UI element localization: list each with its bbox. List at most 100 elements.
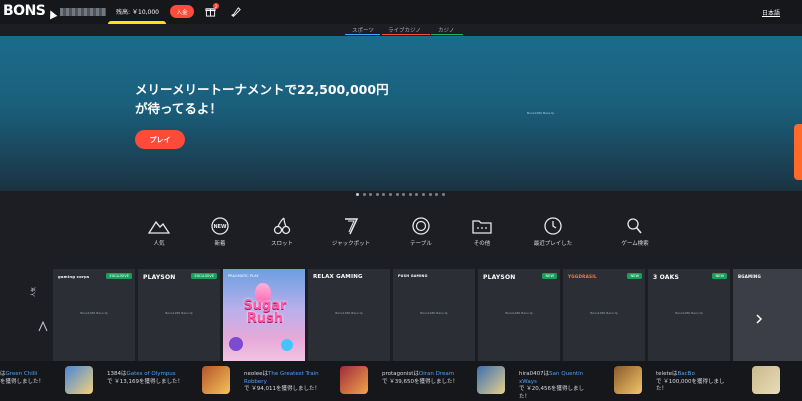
ticker-item: neoleeはThe Greatest Train Robbery で ￥94,… [244,371,324,394]
chevron-right-icon[interactable] [754,312,764,326]
deposit-button[interactable]: 入金 [170,5,194,18]
slider-dot[interactable] [388,193,392,196]
ticker-game-link[interactable]: BacBo [678,371,695,377]
tab-live-casino[interactable]: ライブカジノ [388,26,421,34]
game-provider: PRAGMATIC PLAY [228,274,259,278]
nav-table[interactable]: テーブル [396,217,446,247]
game-provider: BGAMING [738,274,761,279]
clock-icon [544,217,562,235]
ticker-item: hira0407はSan Quentin xWays で ￥20,456を獲得し… [519,371,594,401]
ticker-user: neoleeは [244,371,269,377]
game-provider: 3 OAKS [653,274,680,281]
category-tabs: スポーツ ライブカジノ カジノ [0,24,802,36]
mountain-icon [148,220,170,234]
hero-play-button[interactable]: プレイ [135,130,185,149]
mouse-cursor-icon [46,8,58,20]
slider-dot[interactable] [382,193,386,196]
slider-dot[interactable] [441,193,445,196]
ticker-game-thumbnail[interactable] [340,366,368,394]
ticker-amount: で ￥39,650を獲得しました！ [382,378,458,385]
ticker-item: protagonistはOiran Dream で ￥39,650を獲得しました… [382,371,458,386]
game-card[interactable]: PRAGMATIC PLAY Sugar Rush [223,269,305,361]
gift-count-badge: 2 [213,3,219,9]
balance-value[interactable]: ￥10,000 [132,7,159,16]
slider-dot[interactable] [408,193,412,196]
nav-jackpot[interactable]: ジャックポット [326,217,376,247]
site-logo[interactable]: BONS [3,3,46,19]
game-badge: NEW [542,273,557,279]
game-card[interactable]: gaming corps EXCLUSIVE Bons1280 Bans tp [53,269,135,361]
game-thumbnail-placeholder: Bons1280 Bans tp [420,311,448,315]
nav-popular[interactable]: 人気 [134,217,184,247]
tab-sports[interactable]: スポーツ [352,26,374,34]
slider-dot[interactable] [435,193,439,196]
rocket-icon[interactable] [231,6,242,17]
slider-dot[interactable] [395,193,399,196]
ticker-game-thumbnail[interactable] [752,366,780,394]
hero-image-placeholder: Bons1280 Bans tp [527,111,555,115]
ticker-amount: を獲得しました！ [0,378,45,385]
svg-text:NEW: NEW [213,224,227,230]
ticker-game-link[interactable]: Oiran Dream [419,371,454,377]
game-card[interactable]: PLAYSON EXCLUSIVE Bons1280 Bans tp [138,269,220,361]
mountain-icon [38,320,48,332]
ticker-game-thumbnail[interactable] [477,366,505,394]
ticker-game-thumbnail[interactable] [65,366,93,394]
slider-dot[interactable] [356,193,359,196]
ticker-amount: で ￥13,169を獲得しました！ [107,378,183,385]
ticker-game-link[interactable]: Gates of Olympus [127,371,176,377]
nav-slots[interactable]: スロット [257,217,307,247]
nav-search-label: ゲーム検索 [621,241,649,247]
slider-dot[interactable] [369,193,373,196]
game-card[interactable]: PUSH GAMING Bons1280 Bans tp [393,269,475,361]
side-drawer-tab[interactable] [794,124,802,180]
game-badge: EXCLUSIVE [106,273,132,279]
nav-popular-label: 人気 [153,241,165,247]
ticker-amount: で ￥100,000を獲得しました！ [656,378,725,393]
game-thumbnail-placeholder: Bons1280 Bans tp [335,311,363,315]
folder-icon [472,220,492,234]
language-switch[interactable]: 日本語 [762,8,780,17]
ticker-user: hira0407は [519,371,550,377]
slider-dot[interactable] [402,193,406,196]
search-icon [627,218,642,234]
game-card[interactable]: PLAYSON NEW Bons1280 Bans tp [478,269,560,361]
tab-casino-underline [431,34,463,36]
game-thumbnail-placeholder: Bons1280 Bans tp [505,311,533,315]
ticker-game-thumbnail[interactable] [614,366,642,394]
ticker-game-thumbnail[interactable] [202,366,230,394]
nav-recent[interactable]: 最近プレイした [528,217,578,247]
ticker-amount: で ￥20,456を獲得しました！ [519,386,584,400]
slider-dot[interactable] [428,193,432,196]
nav-other[interactable]: その他 [457,217,507,247]
slider-dot[interactable] [421,193,425,196]
ticker-user: 1384は [107,371,127,377]
slider-dot[interactable] [375,193,379,196]
game-card[interactable]: 3 OAKS NEW Bons1280 Bans tp [648,269,730,361]
game-provider: PLAYSON [143,274,176,281]
nav-new[interactable]: NEW 新着 [195,217,245,247]
slider-dot[interactable] [362,193,366,196]
ticker-game-link[interactable]: Green Chilli [6,371,38,377]
game-card[interactable]: RELAX GAMING Bons1280 Bans tp [308,269,390,361]
hero-banner[interactable]: メリーメリートーナメントで22,500,000円が待ってるよ！ Bons1280… [0,36,802,191]
game-art [229,337,243,351]
section-label-popular: 人気 [31,286,37,297]
winners-ticker: はGreen Chilli を獲得しました！ 1384はGates of Oly… [0,361,802,401]
nav-search[interactable]: ゲーム検索 [610,217,660,247]
nav-other-label: その他 [473,241,491,247]
slider-dot[interactable] [415,193,419,196]
app-root: BONS 残高: ￥10,000 入金 2 日本語 スポーツ ライブカジノ カジ… [0,0,802,401]
game-thumbnail-placeholder: Bons1280 Bans tp [165,311,193,315]
tab-casino[interactable]: カジノ [438,26,454,34]
nav-jackpot-label: ジャックポット [331,241,371,247]
game-provider: RELAX GAMING [313,274,363,280]
ticker-item: teleteはBacBo で ￥100,000を獲得しました！ [656,371,731,394]
game-provider: PLAYSON [483,274,516,281]
slider-pagination [356,193,445,197]
game-title: Sugar Rush [243,298,287,326]
game-card[interactable]: BGAMING [733,269,802,361]
game-thumbnail-placeholder: Bons1280 Bans tp [80,311,108,315]
balance-label: 残高: [116,9,131,16]
game-card[interactable]: YGGDRASIL NEW Bons1280 Bans tp [563,269,645,361]
